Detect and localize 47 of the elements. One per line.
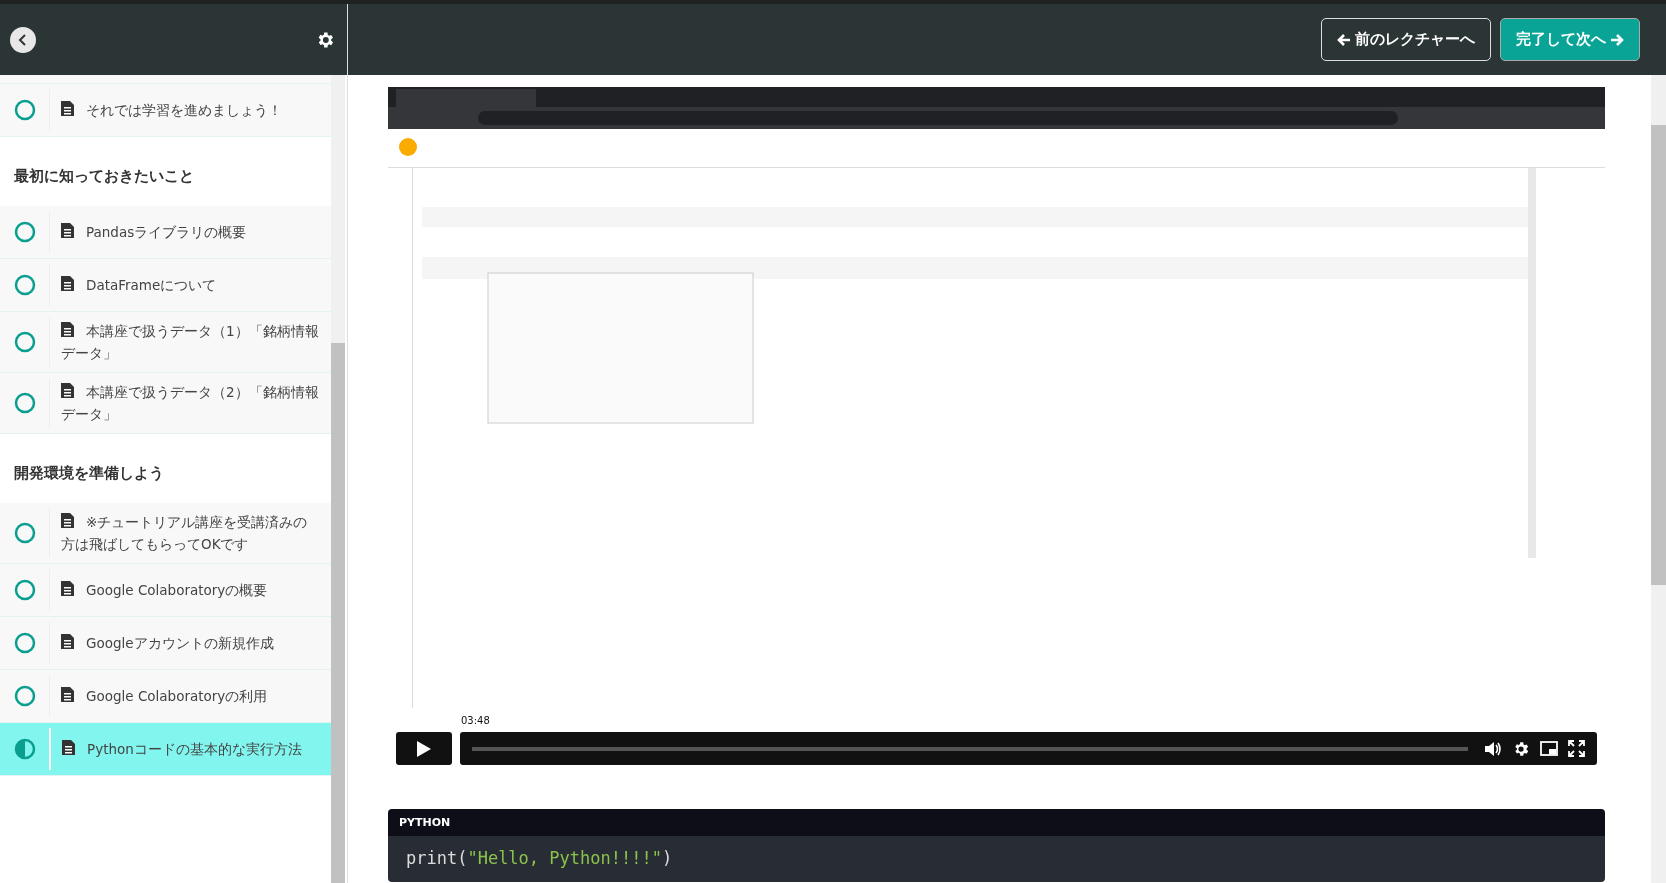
arrow-right-icon <box>1610 32 1624 47</box>
document-icon <box>61 276 74 291</box>
document-icon <box>61 687 74 702</box>
document-icon <box>61 322 74 337</box>
lecture-title: Pythonコードの基本的な実行方法 <box>62 738 302 760</box>
document-icon <box>61 513 74 528</box>
arrow-left-icon <box>1337 32 1351 47</box>
back-button[interactable] <box>10 26 36 53</box>
document-icon <box>62 740 75 755</box>
lecture-title: Google Colaboratoryの概要 <box>61 579 268 601</box>
lecture-title: Googleアカウントの新規作成 <box>61 632 274 654</box>
lecture-item[interactable]: それでは学習を進めましょう！ <box>0 84 331 137</box>
document-icon <box>61 634 74 649</box>
document-icon <box>61 223 74 238</box>
lecture-title: Google Colaboratoryの利用 <box>61 685 268 707</box>
play-icon <box>416 739 432 758</box>
seek-bar[interactable] <box>472 746 1468 751</box>
lecture-item[interactable]: Pythonコードの基本的な実行方法 <box>0 723 331 776</box>
lecture-item[interactable]: 本講座で扱うデータ（2）「銘柄情報データ」 <box>0 373 331 434</box>
lecture-title: 本講座で扱うデータ（1）「銘柄情報データ」 <box>61 321 319 363</box>
lecture-title: 本講座で扱うデータ（2）「銘柄情報データ」 <box>61 382 319 424</box>
lecture-title: DataFrameについて <box>61 274 217 296</box>
code-line: print("Hello, Python!!!!") <box>406 848 673 868</box>
lecture-title: それでは学習を進めましょう！ <box>61 99 282 121</box>
lecture-item[interactable]: Pandasライブラリの概要 <box>0 206 331 259</box>
document-icon <box>61 581 74 596</box>
picture-in-picture-icon[interactable] <box>1540 740 1558 757</box>
fullscreen-icon[interactable] <box>1568 740 1585 757</box>
volume-icon[interactable] <box>1484 739 1502 758</box>
scrollbar[interactable] <box>331 75 345 883</box>
nav-button[interactable]: 前のレクチャーへ <box>1321 18 1491 61</box>
play-button[interactable] <box>396 732 452 765</box>
lecture-item[interactable]: 本講座で扱うデータ（1）「銘柄情報データ」 <box>0 312 331 373</box>
section-title: 開発環境を準備しよう <box>13 463 165 484</box>
lecture-item[interactable]: Google Colaboratoryの利用 <box>0 670 331 723</box>
lecture-title: Pandasライブラリの概要 <box>61 221 247 243</box>
lecture-item[interactable]: DataFrameについて <box>0 259 331 312</box>
lecture-item[interactable]: Googleアカウントの新規作成 <box>0 617 331 670</box>
lecture-item[interactable]: Google Colaboratoryの概要 <box>0 564 331 617</box>
document-icon <box>61 101 74 116</box>
lecture-title: ※チュートリアル講座を受講済みの方は飛ばしてもらってOKです <box>61 512 309 554</box>
time-tooltip: 03:48 <box>458 714 493 727</box>
lecture-item[interactable]: ※チュートリアル講座を受講済みの方は飛ばしてもらってOKです <box>0 503 331 564</box>
document-icon <box>61 383 74 398</box>
scrollbar[interactable] <box>1651 75 1666 883</box>
code-language: PYTHON <box>388 809 1605 836</box>
section-title: 最初に知っておきたいこと <box>13 166 195 187</box>
